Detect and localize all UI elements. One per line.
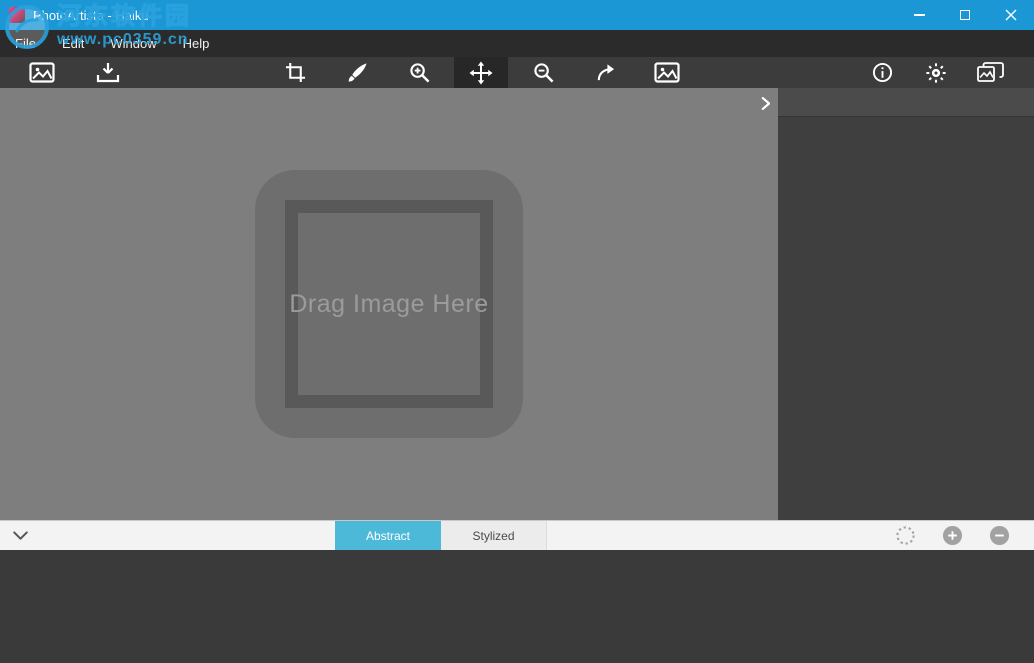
zoom-in-tool-button[interactable] [392, 57, 446, 88]
dotted-circle-icon [895, 525, 916, 546]
settings-button[interactable] [916, 57, 956, 88]
dropzone-label: Drag Image Here [284, 288, 494, 321]
menu-help[interactable]: Help [170, 30, 223, 57]
app-window: PhotoArtista - Haiku File Edit Window He… [0, 0, 1034, 663]
image-view-button[interactable] [640, 57, 694, 88]
redo-button[interactable] [578, 57, 632, 88]
app-logo-icon [9, 7, 25, 23]
crop-tool-button[interactable] [268, 57, 322, 88]
panel-collapse-button[interactable] [759, 95, 772, 112]
tray-collapse-button[interactable] [13, 531, 28, 540]
minimize-button[interactable] [896, 0, 942, 30]
import-icon [96, 62, 120, 83]
window-controls [896, 0, 1034, 30]
move-tool-button[interactable] [454, 57, 508, 88]
toolbar-left-group [29, 57, 121, 88]
image-icon [29, 62, 55, 83]
side-panel [778, 88, 1034, 520]
menu-edit[interactable]: Edit [49, 30, 97, 57]
side-panel-header [778, 88, 1034, 117]
redo-icon [595, 62, 616, 83]
plus-circle-icon [942, 525, 963, 546]
effects-button[interactable] [895, 525, 916, 546]
info-button[interactable] [862, 57, 902, 88]
add-button[interactable] [942, 525, 963, 546]
zoom-out-icon [533, 62, 554, 83]
window-title: PhotoArtista - Haiku [33, 8, 149, 23]
move-icon [469, 61, 493, 85]
crop-icon [285, 62, 306, 83]
tab-abstract[interactable]: Abstract [335, 521, 441, 550]
zoom-out-tool-button[interactable] [516, 57, 570, 88]
brush-tool-button[interactable] [330, 57, 384, 88]
tab-stylized[interactable]: Stylized [441, 521, 547, 550]
remove-button[interactable] [989, 525, 1010, 546]
image-frame-icon [654, 62, 680, 83]
info-icon [872, 62, 893, 83]
gallery-button[interactable] [970, 57, 1010, 88]
canvas-area: Drag Image Here [0, 88, 778, 520]
photos-icon [977, 62, 1004, 83]
bottom-bar-actions [895, 521, 1010, 550]
menu-file[interactable]: File [2, 30, 49, 57]
close-icon [1005, 9, 1017, 21]
minimize-icon [914, 14, 925, 16]
maximize-icon [960, 10, 970, 20]
minus-circle-icon [989, 525, 1010, 546]
menu-window[interactable]: Window [97, 30, 169, 57]
brush-icon [347, 62, 368, 83]
close-button[interactable] [988, 0, 1034, 30]
bottom-toolbar: Abstract Stylized [0, 520, 1034, 550]
titlebar: PhotoArtista - Haiku [0, 0, 1034, 30]
zoom-in-icon [409, 62, 430, 83]
image-dropzone[interactable]: Drag Image Here [255, 170, 523, 438]
preset-tabs: Abstract Stylized [335, 521, 547, 550]
toolbar [0, 57, 1034, 88]
toolbar-center-group [268, 57, 694, 88]
import-button[interactable] [95, 57, 121, 88]
maximize-button[interactable] [942, 0, 988, 30]
gear-icon [925, 62, 947, 84]
presets-tray [0, 550, 1034, 663]
open-image-button[interactable] [29, 57, 55, 88]
menubar: File Edit Window Help [0, 30, 1034, 57]
chevron-right-icon [761, 97, 770, 110]
chevron-down-icon [13, 531, 28, 540]
toolbar-right-group [862, 57, 1010, 88]
